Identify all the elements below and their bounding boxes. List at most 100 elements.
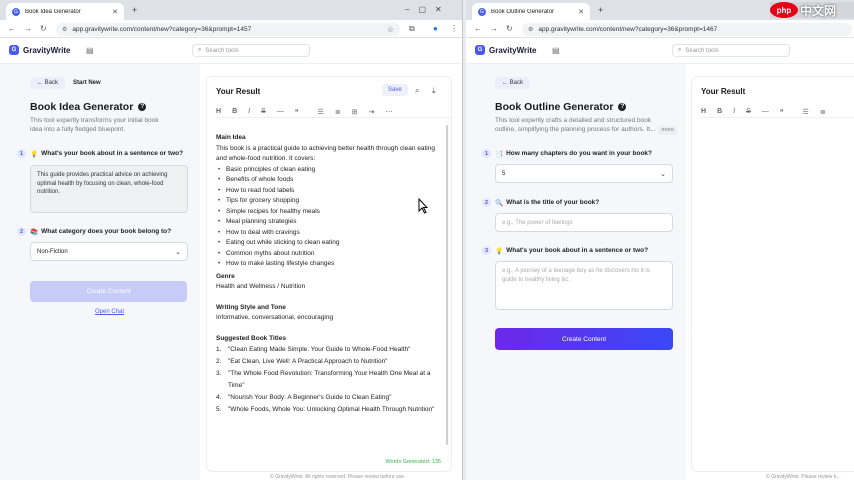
gravitywrite-favicon-icon: G bbox=[12, 7, 20, 16]
gravitywrite-favicon-icon: G bbox=[478, 7, 486, 16]
close-tab-icon[interactable]: ✕ bbox=[112, 8, 118, 16]
new-tab-icon[interactable]: + bbox=[598, 5, 603, 15]
step-1-text: What's your book about in a sentence or … bbox=[41, 150, 184, 157]
menu-kebab-icon[interactable]: ⋮ bbox=[450, 24, 458, 33]
back-button[interactable]: ← Back bbox=[30, 77, 66, 89]
bullet-list-icon[interactable]: ☰ bbox=[318, 108, 324, 116]
strikethrough-icon[interactable]: S bbox=[746, 108, 751, 115]
help-icon[interactable]: ? bbox=[138, 103, 147, 111]
bold-icon[interactable]: B bbox=[717, 108, 722, 115]
download-icon[interactable]: ⤓ bbox=[432, 86, 436, 96]
left-browser-window: G Book Idea Generator ✕ + –▢✕ ← → ↻ ⚙ ap… bbox=[0, 0, 463, 480]
app-header: G GravityWrite ▤ ⌕ Search tools bbox=[0, 38, 462, 64]
create-content-button[interactable]: Create Content bbox=[495, 328, 673, 350]
italic-icon[interactable]: I bbox=[733, 108, 735, 115]
category-select[interactable]: Non-Fiction ⌄ bbox=[30, 242, 188, 261]
topic-list-item: How to make lasting lifestyle changes bbox=[216, 259, 437, 270]
editor-toolbar: H B I S — ❝ ☰ ≣ bbox=[701, 106, 854, 118]
editor-toolbar: H B I S — ❝ ☰ ≣ ⊞ ⇥ ⋯ bbox=[216, 106, 451, 118]
url-text: app.gravitywrite.com/content/new?categor… bbox=[72, 26, 252, 33]
back-arrow-icon[interactable]: ← bbox=[474, 24, 482, 33]
help-icon[interactable]: ? bbox=[618, 103, 627, 111]
quote-icon[interactable]: ❝ bbox=[295, 108, 299, 116]
chapters-icon: 📑 bbox=[495, 150, 504, 158]
forward-arrow-icon[interactable]: → bbox=[490, 24, 498, 33]
window-controls[interactable]: –▢✕ bbox=[405, 5, 451, 14]
numbered-list-icon[interactable]: ≣ bbox=[820, 108, 826, 116]
extensions-icon[interactable]: ⧉ bbox=[409, 24, 415, 34]
title-number: 4. bbox=[216, 394, 222, 401]
book-about-textarea[interactable]: e.g., A journey of a teenage boy as he d… bbox=[495, 261, 673, 310]
new-tab-icon[interactable]: + bbox=[132, 5, 137, 15]
more-options-icon[interactable]: ⋯ bbox=[385, 108, 392, 116]
search-icon[interactable]: ⌕ bbox=[415, 86, 419, 96]
table-icon[interactable]: ⊞ bbox=[352, 108, 358, 116]
strikethrough-icon[interactable]: S bbox=[261, 108, 266, 115]
topic-list-item: How to read food labels bbox=[216, 186, 437, 197]
sidebar-toggle-icon[interactable]: ▤ bbox=[552, 46, 560, 55]
browser-tab[interactable]: G Book Idea Generator ✕ bbox=[6, 3, 124, 20]
create-content-button[interactable]: Create Content bbox=[30, 281, 187, 302]
gravitywrite-logo-icon: G bbox=[9, 45, 19, 55]
bullet-list-icon[interactable]: ☰ bbox=[803, 108, 809, 116]
gravitywrite-logo-icon: G bbox=[475, 45, 485, 55]
tool-description-line-2: outline, simplifying the planning proces… bbox=[495, 126, 656, 133]
right-browser-window: G Book Outline Generator ✕ + ← → ↻ ⚙ app… bbox=[466, 0, 854, 480]
browser-tab[interactable]: G Book Outline Generator ✕ bbox=[472, 3, 590, 20]
reload-icon[interactable]: ↻ bbox=[506, 24, 513, 33]
book-title-input[interactable]: e.g., The power of feelings bbox=[495, 213, 673, 232]
scrollbar[interactable] bbox=[446, 125, 448, 445]
numbered-list-icon[interactable]: ≣ bbox=[335, 108, 341, 116]
horizontal-rule-icon[interactable]: — bbox=[277, 108, 284, 115]
indent-icon[interactable]: ⇥ bbox=[369, 108, 375, 116]
back-arrow-icon[interactable]: ← bbox=[8, 24, 16, 33]
words-generated-count: Words Generated: 135 bbox=[385, 459, 441, 465]
sidebar-toggle-icon[interactable]: ▤ bbox=[86, 46, 94, 55]
step-3-number: 3 bbox=[482, 246, 491, 255]
step-3-label: 3 💡 What's your book about in a sentence… bbox=[482, 246, 649, 255]
horizontal-rule-icon[interactable]: — bbox=[762, 108, 769, 115]
brand-name: GravityWrite bbox=[23, 45, 71, 55]
search-input[interactable]: ⌕ Search tools bbox=[672, 44, 790, 57]
site-info-icon[interactable]: ⚙ bbox=[528, 26, 533, 33]
tab-bar: G Book Idea Generator ✕ + –▢✕ bbox=[0, 0, 462, 20]
result-title: Your Result bbox=[216, 87, 261, 96]
save-button[interactable]: Save bbox=[382, 84, 408, 96]
bold-icon[interactable]: B bbox=[232, 108, 237, 115]
result-panel: Your Result Save ⌕ ⤓ H B I S — ❝ ☰ ≣ ⊞ ⇥… bbox=[206, 76, 452, 472]
tool-description-line-1: This tool expertly crafts a detailed and… bbox=[495, 117, 652, 124]
search-placeholder: Search tools bbox=[685, 47, 719, 54]
title-number: 5. bbox=[216, 406, 222, 413]
forward-arrow-icon[interactable]: → bbox=[24, 24, 32, 33]
step-1-number: 1 bbox=[17, 149, 26, 158]
genre-heading: Genre bbox=[216, 272, 235, 280]
chevron-down-icon: ⌄ bbox=[175, 248, 181, 256]
nav-actions: ← Back Start New bbox=[30, 77, 101, 89]
brand[interactable]: G GravityWrite bbox=[9, 45, 70, 55]
title-text: "Nourish Your Body: A Beginner's Guide t… bbox=[228, 394, 392, 401]
url-text: app.gravitywrite.com/content/new?categor… bbox=[538, 26, 718, 33]
close-tab-icon[interactable]: ✕ bbox=[578, 8, 584, 16]
book-title-placeholder: e.g., The power of feelings bbox=[502, 219, 573, 226]
url-field[interactable]: ⚙ app.gravitywrite.com/content/new?categ… bbox=[522, 23, 852, 36]
step-3-text: What's your book about in a sentence or … bbox=[506, 247, 649, 254]
search-input[interactable]: ⌕ Search tools bbox=[192, 44, 310, 57]
start-new-button[interactable]: Start New bbox=[73, 80, 101, 86]
heading-icon[interactable]: H bbox=[701, 108, 706, 115]
quote-icon[interactable]: ❝ bbox=[780, 108, 784, 116]
category-value: Non-Fiction bbox=[37, 248, 68, 255]
profile-icon[interactable]: ● bbox=[433, 24, 438, 33]
reload-icon[interactable]: ↻ bbox=[40, 24, 47, 33]
back-button[interactable]: ← Back bbox=[495, 77, 531, 89]
italic-icon[interactable]: I bbox=[248, 108, 250, 115]
site-info-icon[interactable]: ⚙ bbox=[62, 26, 67, 33]
url-field[interactable]: ⚙ app.gravitywrite.com/content/new?categ… bbox=[56, 23, 400, 36]
chapters-value: 5 bbox=[502, 170, 506, 177]
heading-icon[interactable]: H bbox=[216, 108, 221, 115]
bookmark-star-icon[interactable]: ☆ bbox=[387, 25, 394, 34]
brand[interactable]: G GravityWrite bbox=[475, 45, 536, 55]
chapters-select[interactable]: 5 ⌄ bbox=[495, 164, 673, 183]
more-link[interactable]: more bbox=[658, 126, 677, 135]
open-chat-link[interactable]: Open Chat bbox=[95, 309, 124, 315]
book-idea-textarea[interactable]: This guide provides practical advice on … bbox=[30, 165, 188, 213]
